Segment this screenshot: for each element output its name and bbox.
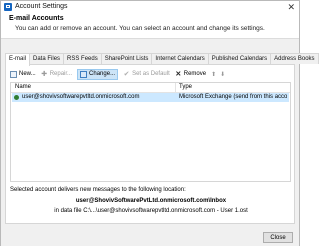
dialog-footer: Close bbox=[1, 229, 299, 246]
accounts-list-header: Name Type bbox=[11, 83, 290, 93]
tab-email[interactable]: E-mail bbox=[5, 53, 31, 66]
delivery-location: user@ShovivSoftwarePvtLtd.onmicrosoft.co… bbox=[75, 198, 227, 204]
repair-icon: ✚ bbox=[41, 70, 48, 78]
title-bar: Account Settings ✕ bbox=[1, 1, 299, 14]
delivery-data-file: in data file C:\...\user@shovivsoftwarep… bbox=[54, 208, 248, 214]
change-button-label: Change... bbox=[89, 70, 116, 77]
change-icon bbox=[80, 70, 88, 78]
remove-x-icon: ✕ bbox=[175, 70, 182, 78]
new-button[interactable]: New... bbox=[10, 70, 36, 79]
account-toolbar: New... ✚ Repair... Change... ✔ Set as De… bbox=[10, 68, 229, 80]
default-account-check-icon bbox=[14, 95, 19, 100]
account-type: Microsoft Exchange (send from this accou… bbox=[179, 94, 287, 100]
email-tab-panel: New... ✚ Repair... Change... ✔ Set as De… bbox=[5, 64, 295, 224]
dialog-body: E-mail Data Files RSS Feeds SharePoint L… bbox=[1, 38, 319, 229]
account-name: user@shoviv⁠softwarepvtltd.onmicrosoft.c… bbox=[22, 94, 140, 100]
new-button-label: New... bbox=[19, 70, 36, 77]
tab-internet-calendars[interactable]: Internet Calendars bbox=[151, 53, 209, 64]
tab-published-calendars[interactable]: Published Calendars bbox=[207, 53, 272, 64]
account-row[interactable]: user@shoviv⁠softwarepvtltd.onmicrosoft.c… bbox=[12, 93, 289, 102]
repair-button-label: Repair... bbox=[49, 70, 73, 77]
column-header-name[interactable]: Name bbox=[15, 83, 31, 92]
move-up-icon[interactable]: ⬆ bbox=[211, 71, 216, 78]
tab-sharepoint-lists[interactable]: SharePoint Lists bbox=[100, 53, 153, 64]
header: E-mail Accounts You can add or remove an… bbox=[1, 14, 299, 38]
header-subtitle: You can add or remove an account. You ca… bbox=[15, 25, 265, 32]
window-title: Account Settings bbox=[15, 3, 68, 10]
header-title: E-mail Accounts bbox=[9, 15, 64, 22]
move-down-icon[interactable]: ⬇ bbox=[220, 71, 225, 78]
window-close-icon[interactable]: ✕ bbox=[287, 1, 295, 13]
column-header-type[interactable]: Type bbox=[179, 83, 192, 92]
account-settings-window: Account Settings ✕ E-mail Accounts You c… bbox=[0, 0, 319, 246]
change-button[interactable]: Change... bbox=[77, 68, 119, 80]
set-default-check-icon: ✔ bbox=[123, 70, 130, 78]
repair-button[interactable]: ✚ Repair... bbox=[41, 70, 72, 79]
new-account-icon bbox=[10, 70, 17, 78]
accounts-list: Name Type user@shoviv⁠softwarepvtltd.onm… bbox=[10, 82, 291, 182]
set-default-button[interactable]: ✔ Set as Default bbox=[123, 70, 170, 79]
set-default-button-label: Set as Default bbox=[132, 70, 170, 77]
tab-strip: E-mail Data Files RSS Feeds SharePoint L… bbox=[5, 53, 319, 66]
tab-rss-feeds[interactable]: RSS Feeds bbox=[63, 53, 102, 64]
remove-button[interactable]: ✕ Remove bbox=[175, 70, 206, 79]
remove-button-label: Remove bbox=[183, 70, 207, 77]
outlook-app-icon bbox=[4, 3, 12, 11]
tab-data-files[interactable]: Data Files bbox=[29, 53, 65, 64]
delivery-intro: Selected account delivers new messages t… bbox=[10, 187, 186, 193]
column-separator bbox=[175, 83, 176, 92]
tab-address-books[interactable]: Address Books bbox=[270, 53, 319, 64]
close-button[interactable]: Close bbox=[263, 232, 293, 243]
